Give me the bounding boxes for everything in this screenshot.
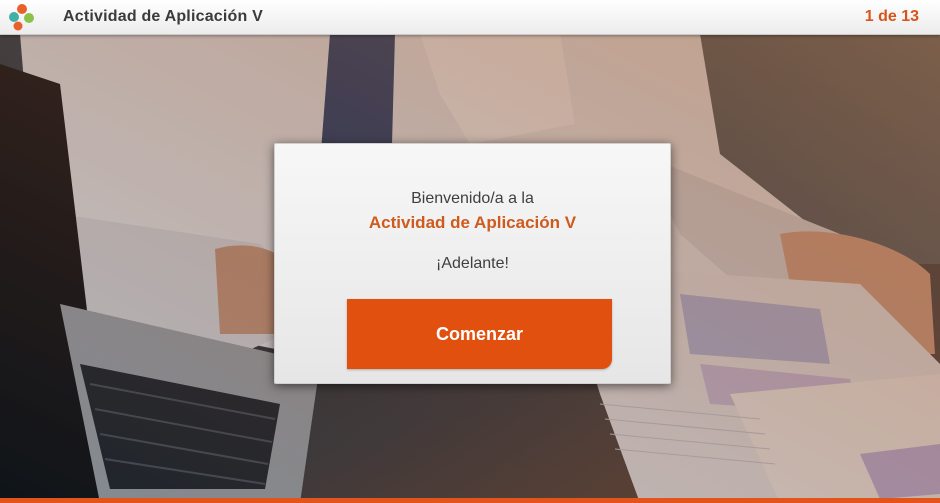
activity-screen: Actividad de Aplicación V 1 de 13 Bienve…: [0, 0, 940, 503]
welcome-text: Bienvenido/a a la: [411, 190, 534, 207]
bottom-accent-strip: [0, 498, 940, 503]
start-button[interactable]: Comenzar: [347, 299, 612, 369]
company-logo-icon: [9, 4, 34, 31]
app-title: Actividad de Aplicación V: [63, 8, 264, 25]
page-counter: 1 de 13: [864, 8, 919, 25]
welcome-card: Bienvenido/a a la Actividad de Aplicació…: [274, 143, 671, 384]
activity-title: Actividad de Aplicación V: [368, 213, 577, 232]
top-header-bar: Actividad de Aplicación V 1 de 13: [0, 0, 940, 35]
cheer-text: ¡Adelante!: [436, 255, 509, 272]
